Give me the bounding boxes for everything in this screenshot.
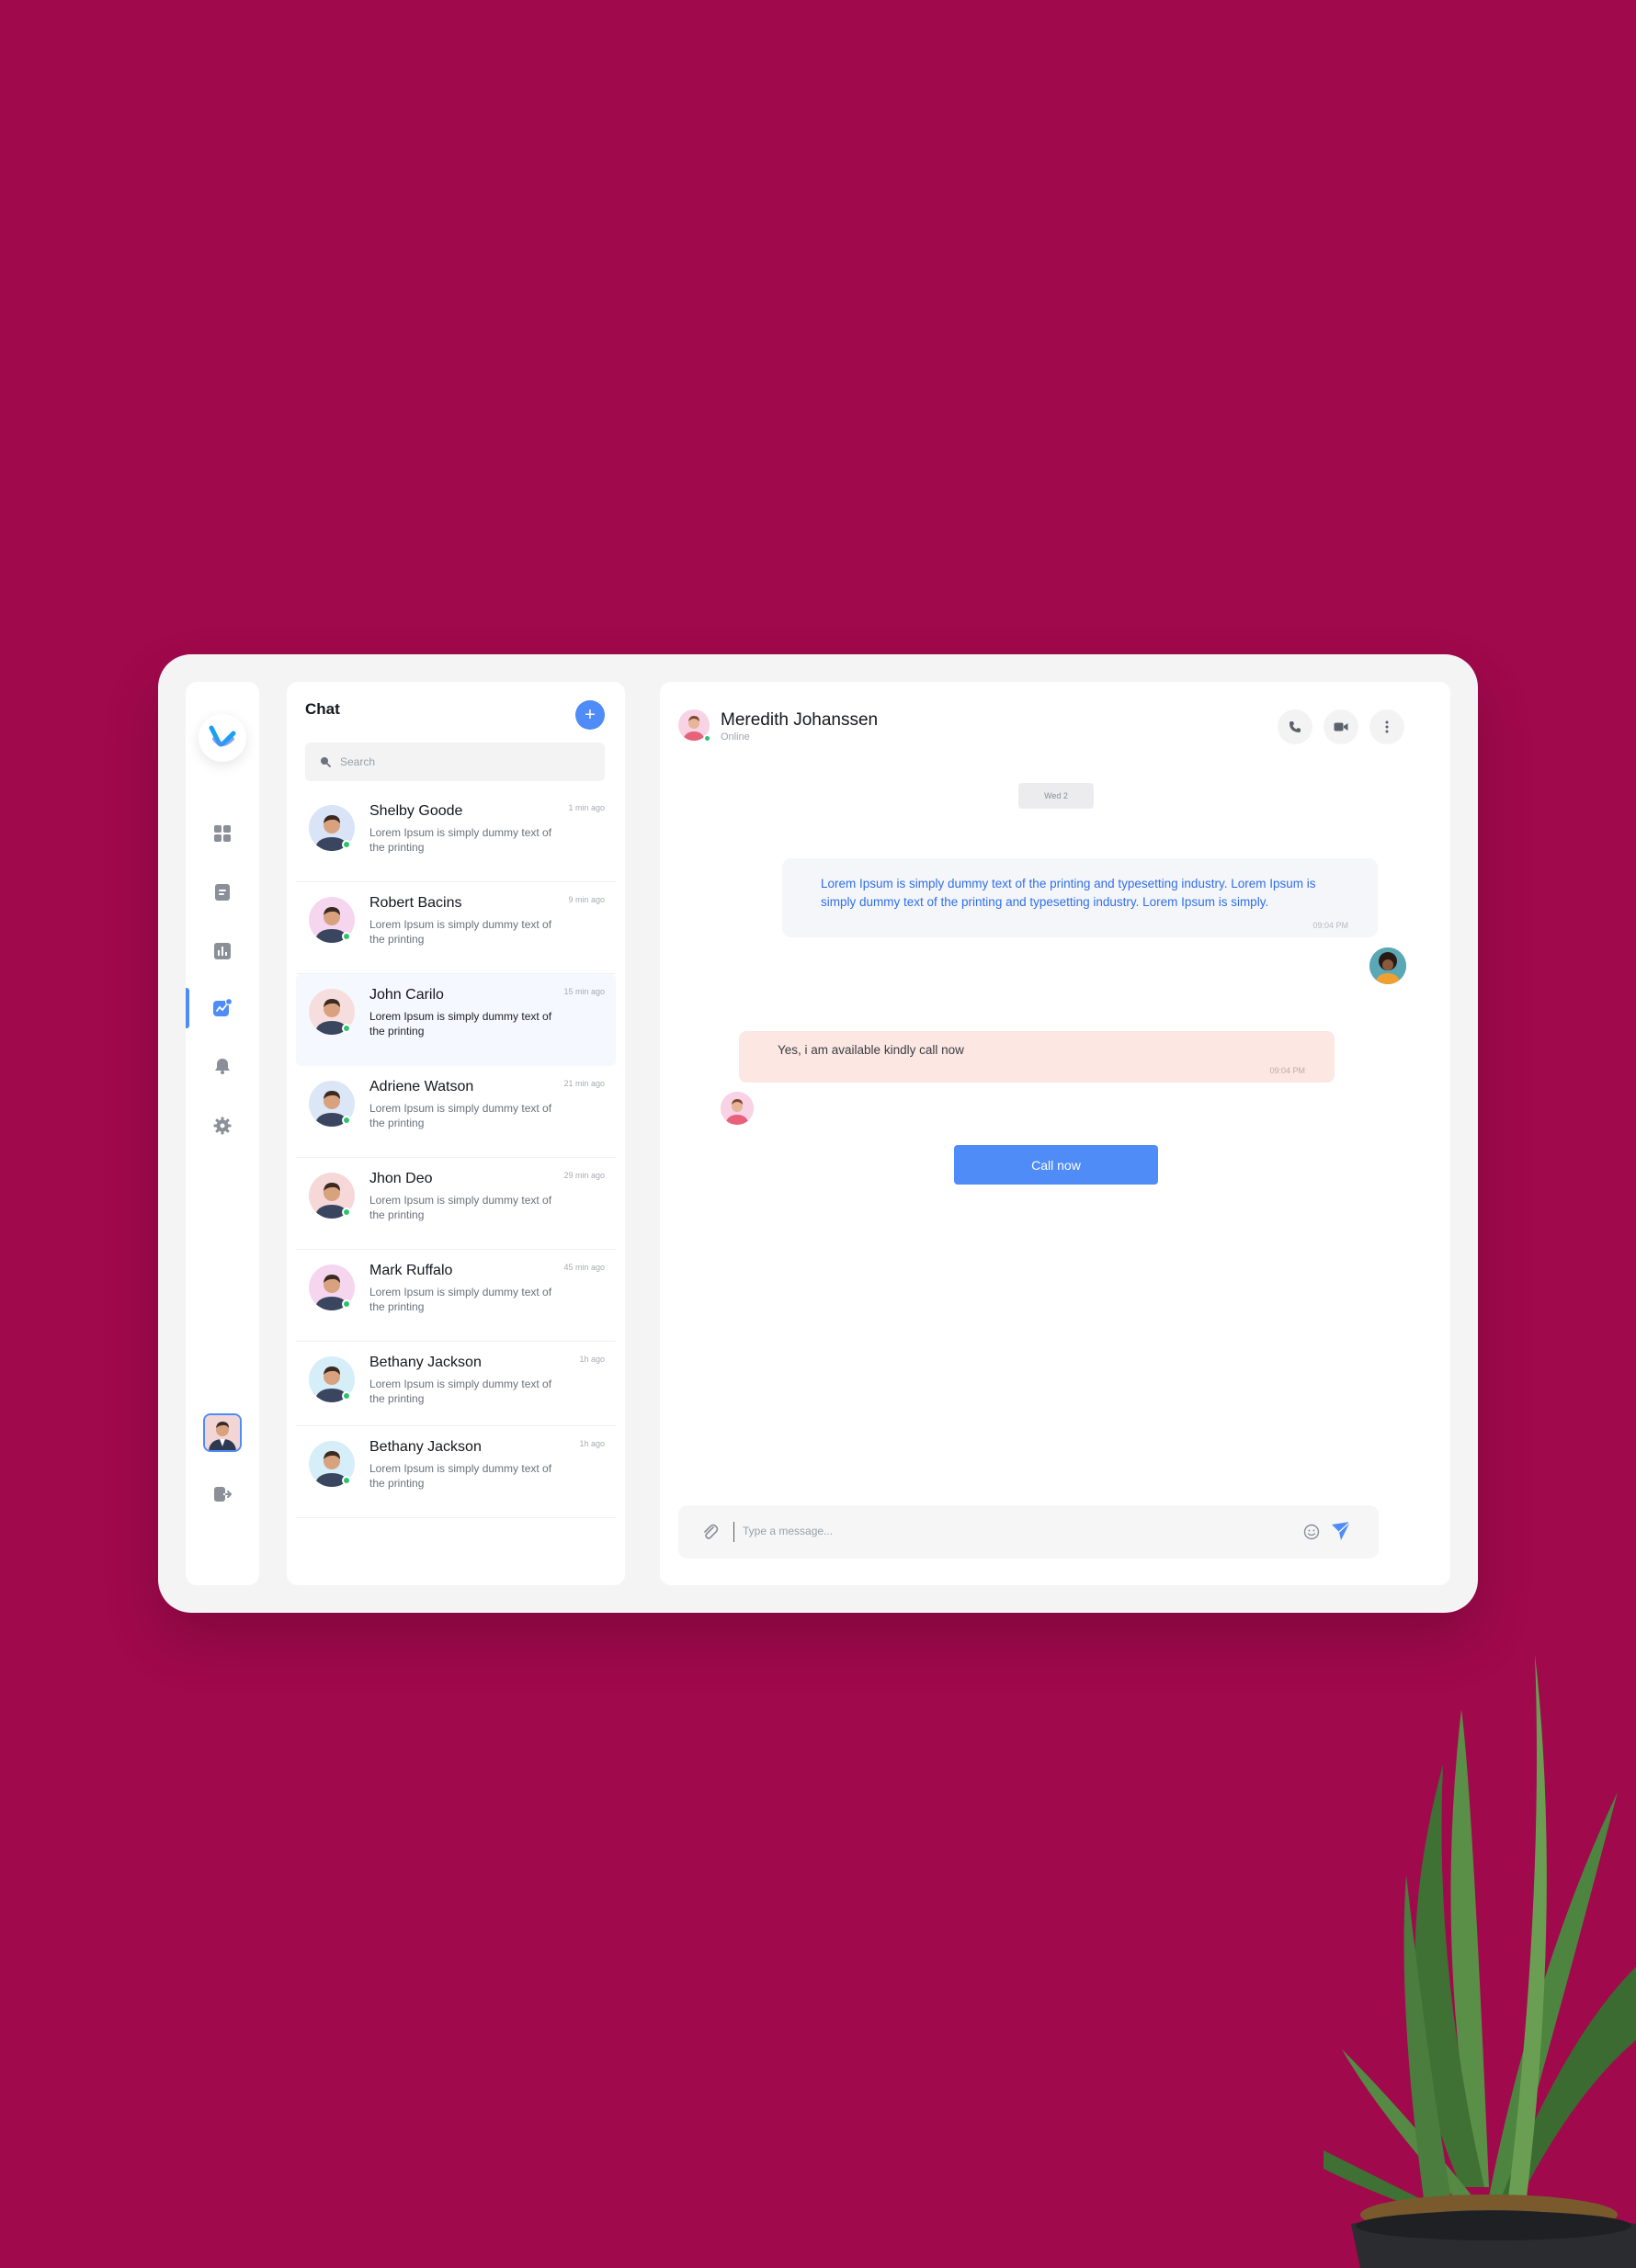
message-input[interactable]: Type a message... [743,1525,833,1537]
nav-analytics[interactable] [186,931,259,971]
text-cursor [733,1522,734,1542]
nav-dashboard[interactable] [186,813,259,854]
message-preview: Lorem Ipsum is simply dummy text of the … [369,1286,552,1313]
date-separator: Wed 2 [1018,783,1094,809]
message-timestamp: 21 min ago [563,1079,605,1088]
message-preview: Lorem Ipsum is simply dummy text of the … [369,918,552,946]
online-indicator [342,840,351,849]
chat-list-item[interactable]: Mark Ruffalo Lorem Ipsum is simply dummy … [296,1250,616,1342]
grid-icon [214,825,231,842]
message-timestamp: 1h ago [579,1439,605,1448]
contact-name: Robert Bacins [369,895,462,911]
contact-name: Meredith Johanssen [721,710,879,730]
message-timestamp: 45 min ago [563,1263,605,1272]
chat-list-item[interactable]: John Carilo Lorem Ipsum is simply dummy t… [296,974,616,1066]
brand-logo-icon[interactable] [199,714,246,762]
document-icon [215,884,230,901]
contact-name: Bethany Jackson [369,1439,482,1455]
chat-list-item[interactable]: Shelby Goode Lorem Ipsum is simply dummy … [296,790,616,882]
nav-settings[interactable] [186,1106,259,1146]
video-icon [1334,722,1348,731]
attachment-icon[interactable] [702,1523,719,1541]
message-preview: Lorem Ipsum is simply dummy text of the … [369,826,552,854]
message-timestamp: 9 min ago [568,895,605,904]
message-composer[interactable]: Type a message... [678,1505,1379,1559]
message-preview: Lorem Ipsum is simply dummy text of the … [369,1378,552,1405]
phone-icon [1289,721,1301,732]
online-indicator [342,1116,351,1125]
message-preview: Lorem Ipsum is simply dummy text of the … [369,1102,552,1129]
new-chat-button[interactable]: + [575,700,605,730]
message-preview: Lorem Ipsum is simply dummy text of the … [369,1010,552,1038]
nav-documents[interactable] [186,872,259,913]
message-text: Yes, i am available kindly call now [778,1043,964,1057]
more-vertical-icon [1385,720,1389,733]
sender-avatar [1369,947,1406,984]
chat-list-item[interactable]: Bethany Jackson Lorem Ipsum is simply dum… [296,1342,616,1426]
plant-decoration [1324,1654,1636,2268]
chat-list-item[interactable]: Jhon Deo Lorem Ipsum is simply dummy text… [296,1158,616,1250]
user-avatar[interactable] [203,1413,242,1452]
plus-icon: + [585,705,596,725]
incoming-message: Yes, i am available kindly call now 09:0… [739,1031,1335,1083]
bell-icon [215,1059,230,1074]
online-indicator [703,734,711,743]
search-icon [321,757,331,767]
online-indicator [342,1299,351,1309]
message-timestamp: 29 min ago [563,1171,605,1180]
message-timestamp: 1 min ago [568,803,605,812]
message-preview: Lorem Ipsum is simply dummy text of the … [369,1462,552,1490]
more-options-button[interactable] [1369,709,1404,744]
search-placeholder: Search [340,755,376,768]
emoji-icon[interactable] [1303,1524,1320,1540]
call-button[interactable] [1278,709,1312,744]
call-now-button[interactable]: Call now [954,1145,1158,1185]
outgoing-message: Lorem Ipsum is simply dummy text of the … [782,858,1378,937]
video-call-button[interactable] [1324,709,1358,744]
online-indicator [342,1476,351,1485]
conversation-panel: Meredith Johanssen Online Wed 2 Lorem Ip… [660,682,1450,1585]
message-text: Lorem Ipsum is simply dummy text of the … [821,877,1316,909]
message-time: 09:04 PM [1312,921,1348,930]
message-preview: Lorem Ipsum is simply dummy text of the … [369,1194,552,1221]
contact-name: John Carilo [369,987,444,1003]
chat-list-item[interactable]: Bethany Jackson Lorem Ipsum is simply dum… [296,1426,616,1518]
conversation-list: Shelby Goode Lorem Ipsum is simply dummy … [287,790,625,1518]
message-time: 09:04 PM [1269,1066,1305,1075]
chat-list-item[interactable]: Adriene Watson Lorem Ipsum is simply dumm… [296,1066,616,1158]
chat-list-title: Chat [305,700,340,718]
logout-icon [214,1487,233,1502]
chat-list-item[interactable]: Robert Bacins Lorem Ipsum is simply dummy… [296,882,616,974]
nav-notifications[interactable] [186,1046,259,1086]
contact-name: Jhon Deo [369,1171,433,1186]
chat-trend-icon [213,998,233,1016]
search-input[interactable]: Search [305,743,605,781]
contact-name: Adriene Watson [369,1079,474,1094]
online-indicator [342,1024,351,1033]
message-timestamp: 1h ago [579,1355,605,1364]
contact-name: Bethany Jackson [369,1355,482,1370]
active-indicator [186,988,189,1028]
nav-rail [186,682,259,1585]
online-indicator [342,932,351,941]
message-timestamp: 15 min ago [563,987,605,996]
logout-button[interactable] [211,1483,233,1505]
chat-list-panel: Chat + Search Shelby Goode Lorem Ipsum is… [287,682,625,1585]
gear-icon [213,1117,232,1135]
app-window: Chat + Search Shelby Goode Lorem Ipsum is… [158,654,1478,1613]
online-indicator [342,1391,351,1400]
nav-chat[interactable] [186,988,259,1028]
bar-chart-icon [214,943,231,959]
contact-status: Online [721,731,750,743]
contact-message-avatar [721,1092,754,1125]
contact-name: Shelby Goode [369,803,463,819]
online-indicator [342,1208,351,1217]
contact-name: Mark Ruffalo [369,1263,453,1278]
